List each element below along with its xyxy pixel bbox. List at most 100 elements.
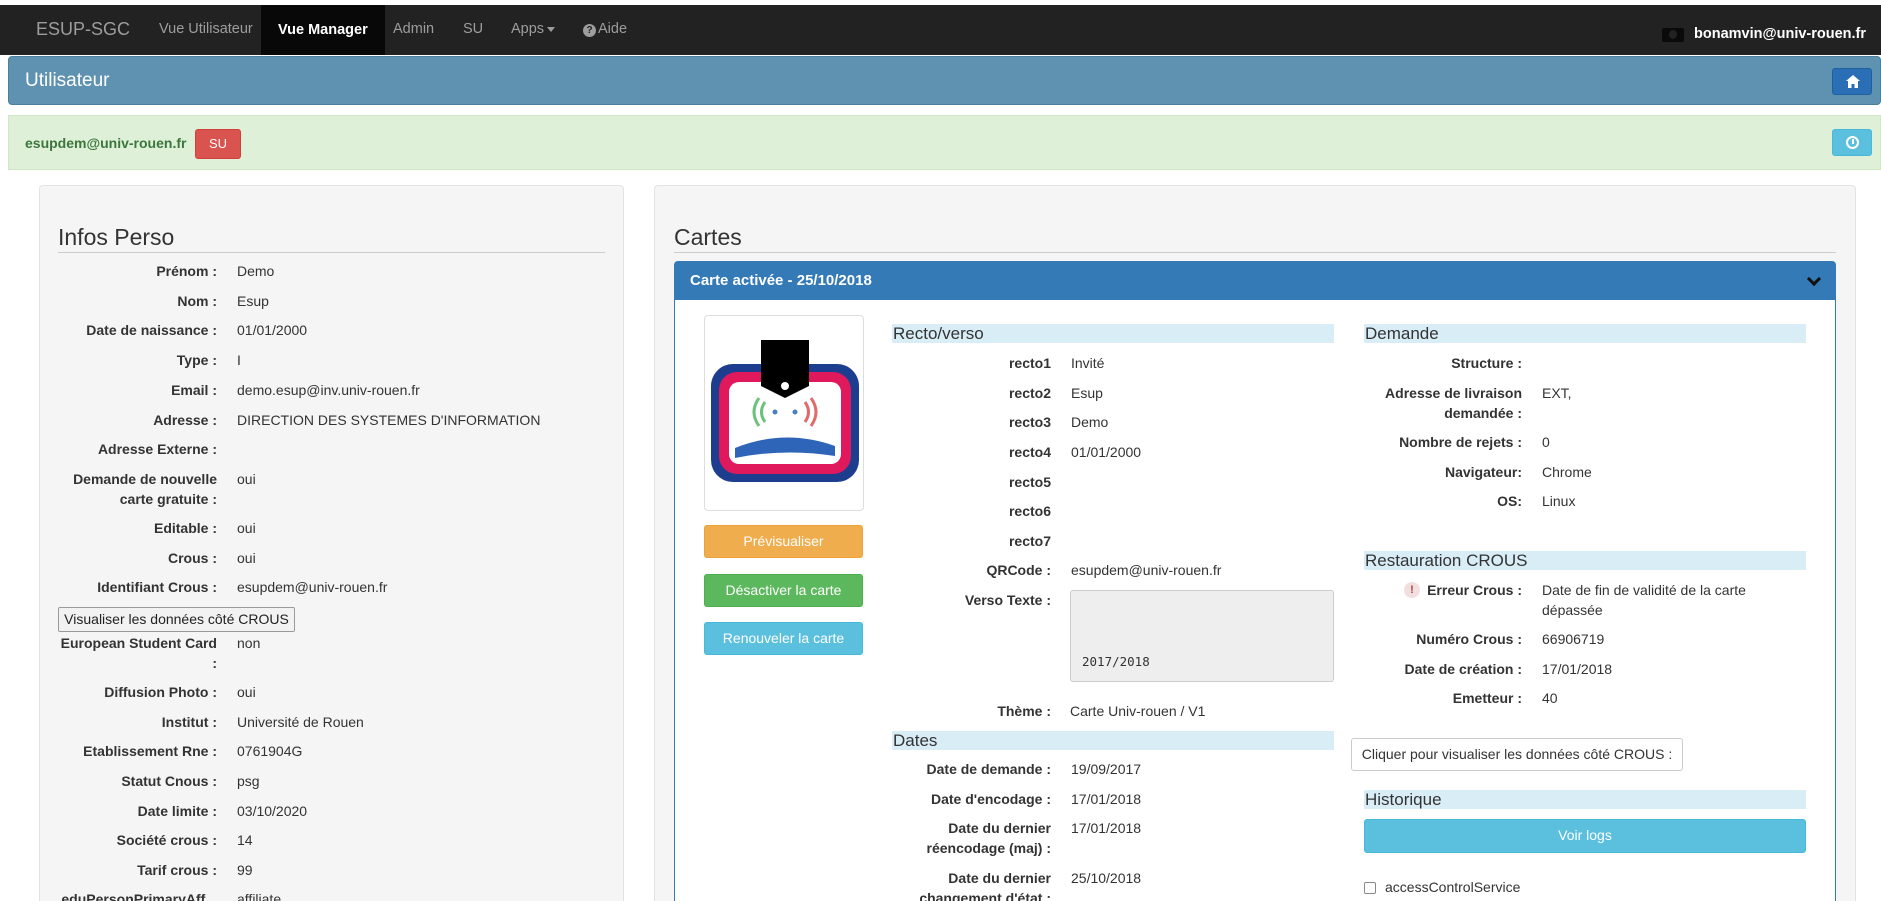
voir-logs-button[interactable]: Voir logs [1364,819,1806,853]
dates-value: 25/10/2018 [1071,870,1142,886]
demande-label: Nombre de rejets : [1399,434,1522,450]
infos-perso-value: oui [237,550,256,566]
visualiser-donnees-crous-button[interactable]: Cliquer pour visualiser les données côté… [1351,738,1683,771]
infos-perso-label: Prénom : [156,263,217,279]
infos-perso-value: 01/01/2000 [237,322,308,338]
recto-verso-value: esupdem@univ-rouen.fr [1071,562,1222,578]
dates-label: Date de demande : [926,761,1051,777]
infos-perso-label: Date de naissance : [86,322,217,338]
demande-value: 0 [1542,434,1550,450]
nav-apps-label: Apps [511,21,545,37]
infos-perso-value: Université de Rouen [237,714,364,730]
access-control-label: accessControlService [1385,879,1521,895]
restauration-value: Date de fin de validité de la carte dépa… [1542,582,1746,618]
infos-perso-value: oui [237,471,256,487]
infos-perso-value: 14 [237,832,253,848]
infos-perso-value: oui [237,520,256,536]
su-user-email[interactable]: esupdem@univ-rouen.fr [25,135,186,151]
infos-perso-label: Adresse Externe : [97,441,217,457]
infos-perso-value: non [237,635,261,651]
dates-title: Dates [892,731,1334,750]
page-header: Utilisateur [8,56,1881,105]
infos-perso-label: eduPersonPrimaryAff... [61,891,217,901]
infos-perso-value: demo.esup@inv.univ-rouen.fr [237,382,420,398]
nav-su[interactable]: SU [463,21,483,37]
infos-perso-value: Esup [237,293,269,309]
demande-label: Adresse de livraison demandée : [1385,385,1522,421]
recto-verso-title: Recto/verso [892,324,1334,343]
recto-verso-label: recto1 [1008,355,1051,371]
infos-perso-label: Editable : [153,520,217,536]
recto-verso-label: recto4 [1008,444,1051,460]
nav-aide[interactable]: ? Aide [583,21,627,37]
recto-verso-value: Invité [1071,355,1105,371]
user-avatar-icon [1662,28,1684,42]
recto-verso-value: 01/01/2000 [1071,444,1142,460]
desactiver-carte-button[interactable]: Désactiver la carte [704,574,863,607]
access-control-checkbox[interactable] [1364,882,1376,894]
infos-perso-label: Adresse : [153,412,217,428]
dates-label: Date du dernier réencodage (maj) : [926,820,1051,856]
nav-apps[interactable]: Apps [511,21,556,37]
infos-perso-value: oui [237,684,256,700]
theme-label: Thème : [997,703,1051,719]
recto-verso-label: recto2 [1008,385,1051,401]
demande-label: Structure : [1451,355,1522,371]
demande-value: Chrome [1542,464,1592,480]
history-button[interactable] [1832,129,1872,156]
infos-perso-value: affiliate [237,891,282,901]
verso-text-box: 2017/2018 [1070,590,1334,682]
infos-perso-label: Société crous : [116,832,217,848]
infos-perso-label: Nom : [177,293,217,309]
recto-verso-value: Esup [1071,385,1103,401]
dates-label: Date du dernier changement d'état : [919,870,1051,901]
user-menu[interactable]: bonamvin@univ-rouen.fr [1694,26,1866,42]
infos-perso-title: Infos Perso [58,224,605,253]
infos-perso-label: Etablissement Rne : [83,743,217,759]
nav-aide-label: Aide [598,21,628,37]
infos-perso-value: DIRECTION DES SYSTEMES D'INFORMATION [237,412,541,428]
su-button[interactable]: SU [195,129,241,159]
previsualiser-button[interactable]: Prévisualiser [704,525,863,558]
recto-verso-label: recto6 [1008,503,1051,519]
renouveler-carte-button[interactable]: Renouveler la carte [704,622,863,655]
demande-label: Navigateur: [1444,464,1522,480]
top-navbar: ESUP-SGC Vue Utilisateur Vue Manager Adm… [0,5,1881,55]
home-button[interactable] [1832,68,1872,95]
restauration-value: 66906719 [1542,631,1605,647]
nfc-card-logo-icon [711,340,859,482]
dates-value: 17/01/2018 [1071,791,1142,807]
infos-perso-label: Type : [176,352,217,368]
infos-perso-label: European Student Card : [60,635,217,671]
recto-verso-value: Demo [1071,414,1109,430]
nav-vue-utilisateur[interactable]: Vue Utilisateur [159,21,253,37]
infos-perso-label: Institut : [161,714,217,730]
recto-verso-label: recto5 [1008,474,1051,490]
dates-value: 17/01/2018 [1071,820,1142,836]
su-user-bar: esupdem@univ-rouen.fr SU [8,115,1881,170]
historique-title: Historique [1364,790,1806,809]
restauration-label: Date de création : [1404,661,1522,677]
infos-perso-value: esupdem@univ-rouen.fr [237,579,388,595]
chevron-down-icon[interactable] [1806,271,1822,287]
visualiser-crous-button[interactable]: Visualiser les données côté CROUS [58,607,295,632]
card-panel-heading[interactable]: Carte activée - 25/10/2018 [675,262,1835,300]
recto-verso-label: QRCode : [986,562,1051,578]
cartes-title: Cartes [674,224,1836,253]
page-title: Utilisateur [25,70,110,91]
infos-perso-value: I [237,352,241,368]
recto-verso-label: recto7 [1008,533,1051,549]
infos-perso-value: 0761904G [237,743,303,759]
infos-perso-label: Crous : [168,550,217,566]
question-circle-icon: ? [583,24,596,37]
brand-link[interactable]: ESUP-SGC [36,19,130,40]
restauration-value: 40 [1542,690,1558,706]
demande-value: EXT, [1542,385,1572,401]
clock-icon [1846,136,1859,149]
demande-title: Demande [1364,324,1806,343]
restauration-label: Numéro Crous : [1416,631,1522,647]
nav-vue-manager[interactable]: Vue Manager [261,5,385,55]
infos-perso-label: Tarif crous : [137,862,217,878]
restauration-value: 17/01/2018 [1542,661,1613,677]
nav-admin[interactable]: Admin [393,21,434,37]
